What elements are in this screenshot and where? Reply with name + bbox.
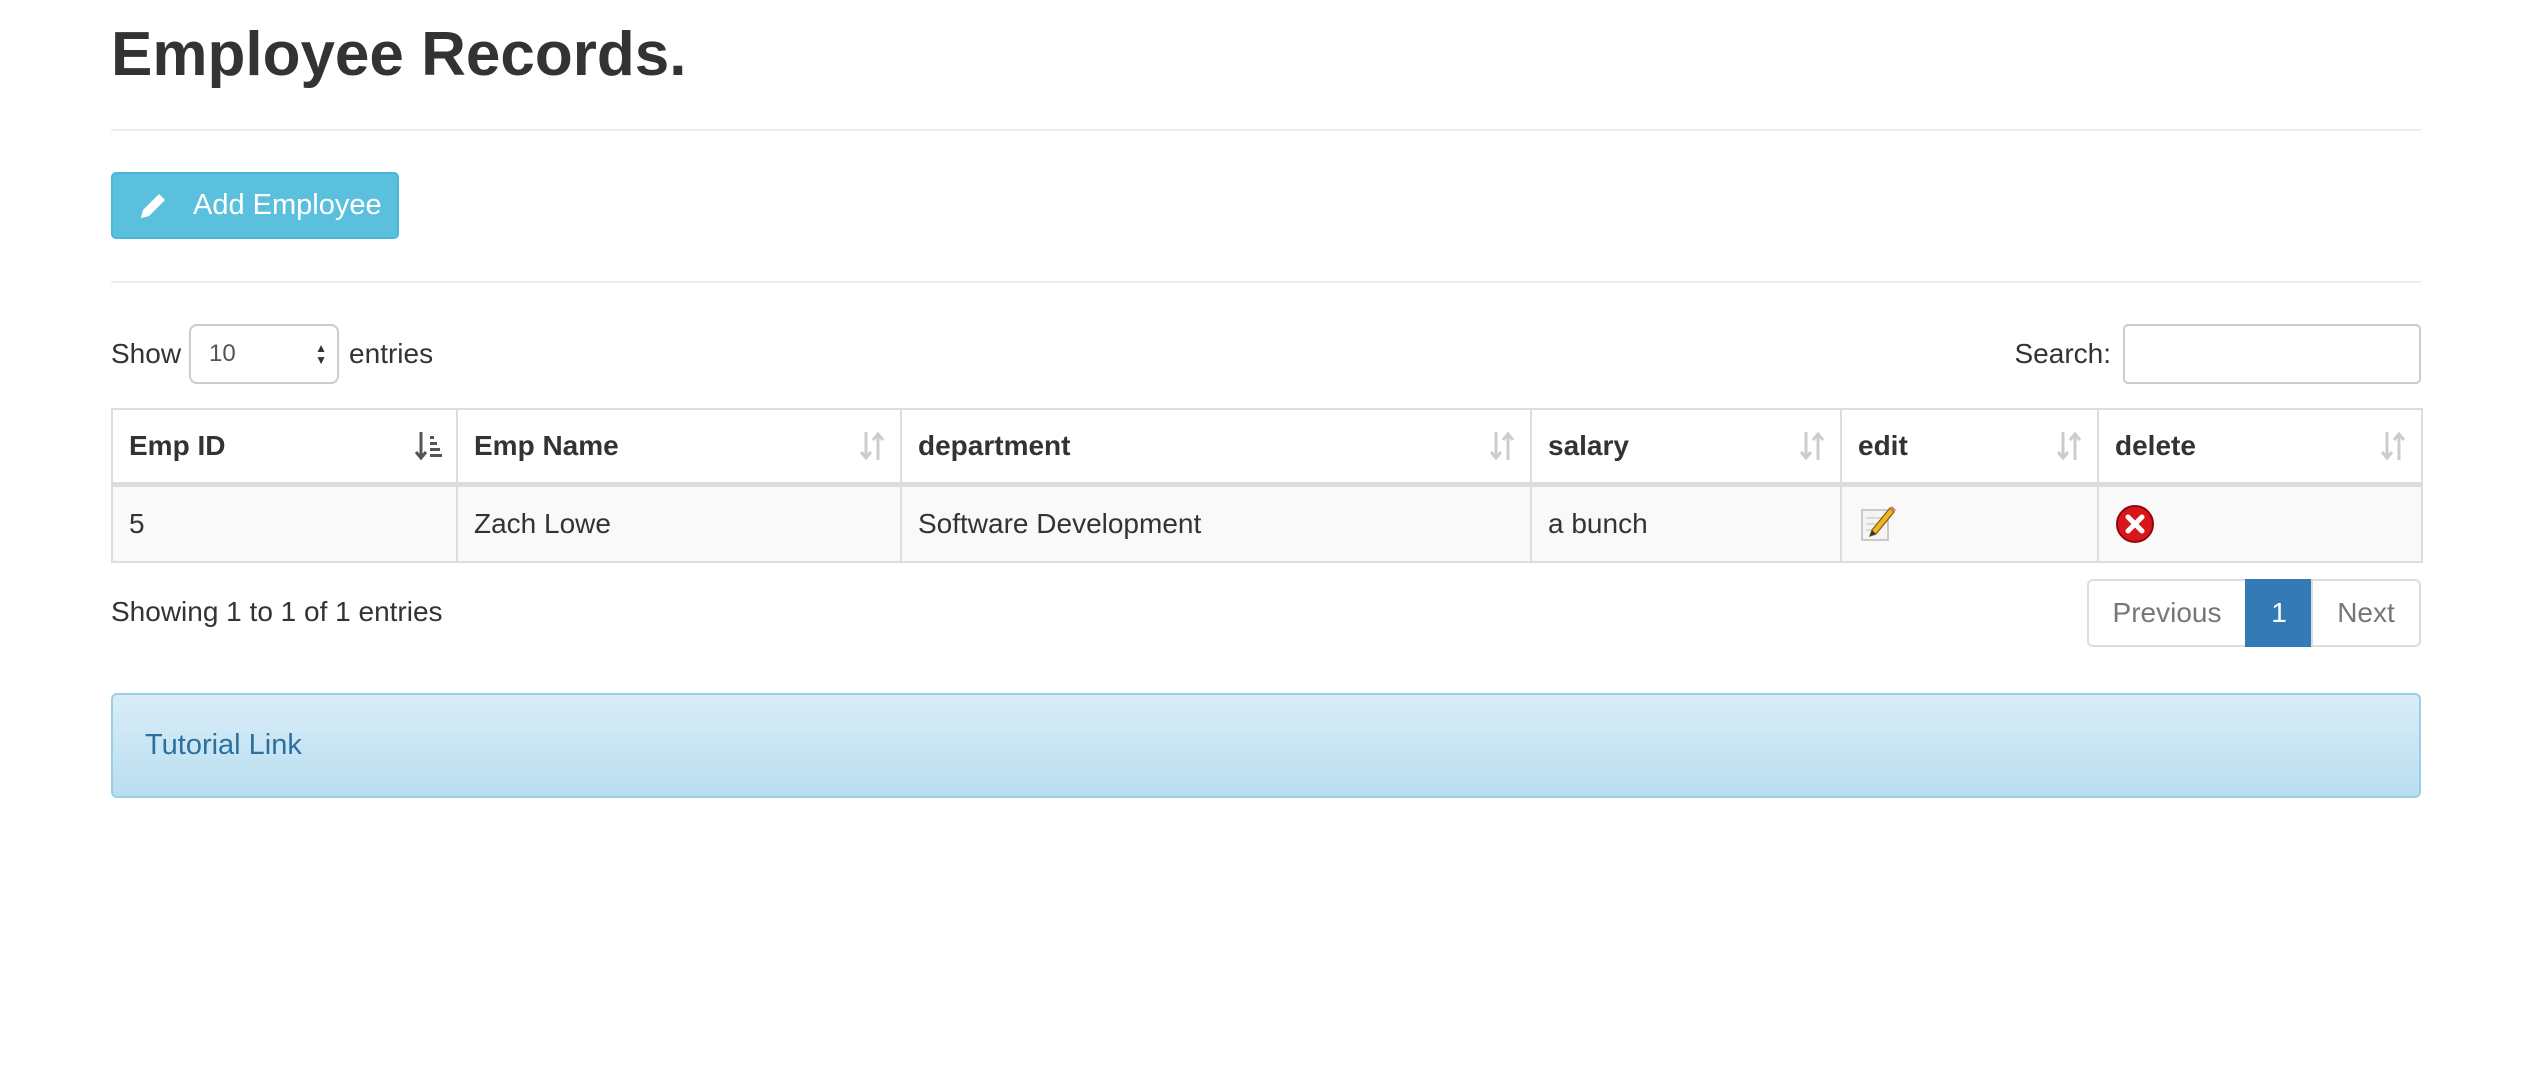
column-header-label: salary (1548, 430, 1629, 461)
column-header-emp-name[interactable]: Emp Name (456, 408, 902, 487)
sort-both-icon (1799, 431, 1825, 461)
length-control: Show 10 ▲ ▼ entries (111, 324, 433, 384)
divider (111, 281, 2421, 283)
column-header-label: Emp ID (129, 430, 226, 461)
entries-select[interactable]: 10 ▲ ▼ (189, 324, 340, 384)
column-header-delete[interactable]: delete (2097, 408, 2423, 487)
column-header-edit[interactable]: edit (1840, 408, 2099, 487)
page-1-button[interactable]: 1 (2245, 579, 2313, 647)
search-input[interactable] (2123, 324, 2421, 384)
column-header-label: delete (2115, 430, 2196, 461)
info-alert: Tutorial Link (111, 693, 2421, 798)
table-header-row: Emp ID Emp Name department salary edit d… (111, 408, 2423, 487)
next-page-button[interactable]: Next (2311, 579, 2421, 647)
cell-salary: a bunch (1530, 483, 1842, 563)
tutorial-link[interactable]: Tutorial Link (145, 729, 302, 762)
cell-department: Software Development (900, 483, 1532, 563)
pencil-icon (135, 188, 171, 224)
add-employee-label: Add Employee (193, 189, 382, 221)
entries-label: entries (349, 338, 434, 369)
search-label: Search: (2014, 338, 2112, 369)
column-header-label: department (918, 430, 1071, 461)
delete-x-icon[interactable] (2115, 504, 2155, 544)
show-label: Show (111, 338, 182, 369)
column-header-label: Emp Name (474, 430, 619, 461)
divider (111, 129, 2421, 131)
entries-select-value: 10 (209, 340, 236, 367)
employee-table: Emp ID Emp Name department salary edit d… (111, 408, 2423, 563)
column-header-salary[interactable]: salary (1530, 408, 1842, 487)
sort-both-icon (2056, 431, 2082, 461)
cell-delete (2097, 483, 2423, 563)
sort-both-icon (1489, 431, 1515, 461)
table-info: Showing 1 to 1 of 1 entries (111, 596, 443, 627)
select-arrows-icon: ▲ ▼ (315, 341, 328, 367)
sort-ascending-icon (414, 432, 442, 461)
sort-both-icon (859, 431, 885, 461)
page-title: Employee Records. (111, 20, 687, 89)
cell-emp-id: 5 (111, 483, 458, 563)
search-control: Search: (2014, 324, 2421, 384)
pagination: Previous 1 Next (2087, 579, 2421, 647)
sort-both-icon (2380, 431, 2406, 461)
add-employee-button[interactable]: Add Employee (111, 172, 399, 239)
cell-emp-name: Zach Lowe (456, 483, 902, 563)
cell-edit (1840, 483, 2099, 563)
previous-page-button[interactable]: Previous (2087, 579, 2247, 647)
column-header-emp-id[interactable]: Emp ID (111, 408, 458, 487)
column-header-department[interactable]: department (900, 408, 1532, 487)
column-header-label: edit (1858, 430, 1908, 461)
table-row: 5 Zach Lowe Software Development a bunch (111, 483, 2423, 563)
edit-pencil-icon[interactable] (1858, 504, 1898, 544)
